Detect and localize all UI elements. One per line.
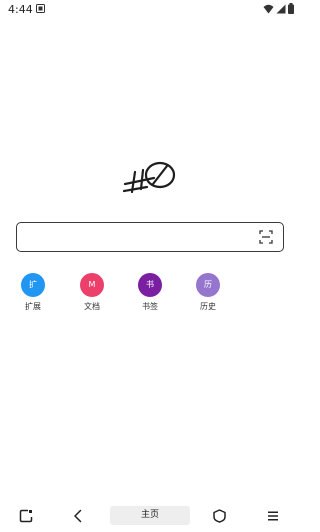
scan-icon[interactable] [259, 230, 273, 244]
quick-link-extensions[interactable]: 扩 扩展 [13, 273, 53, 317]
extensions-icon: 扩 [21, 273, 45, 297]
shield-icon [212, 509, 226, 523]
search-bar[interactable] [16, 222, 284, 252]
back-arrow-icon [74, 509, 82, 523]
menu-icon [268, 511, 278, 521]
shield-button[interactable] [208, 505, 230, 527]
bottom-nav: 主页 [0, 502, 300, 532]
quick-link-label: 历史 [200, 302, 216, 311]
tabs-icon [19, 509, 33, 523]
history-icon: 历 [196, 273, 220, 297]
status-time: 4:44 [8, 3, 33, 16]
quick-link-label: 书签 [142, 302, 158, 311]
quick-link-history[interactable]: 历 历史 [188, 273, 228, 317]
browser-logo [122, 161, 176, 194]
battery-icon [288, 3, 294, 14]
home-button[interactable]: 主页 [110, 506, 190, 525]
quick-link-documents[interactable]: M 文档 [72, 273, 112, 317]
quick-link-bookmarks[interactable]: 书 书签 [130, 273, 170, 317]
status-bar: 4:44 [0, 0, 300, 18]
signal-icon [276, 4, 286, 13]
documents-icon: M [80, 273, 104, 297]
menu-button[interactable] [262, 505, 284, 527]
quick-link-label: 扩展 [25, 302, 41, 311]
bookmarks-icon: 书 [138, 273, 162, 297]
quick-link-label: 文档 [84, 302, 100, 311]
tabs-button[interactable] [15, 505, 37, 527]
search-input[interactable] [25, 227, 245, 247]
wifi-icon [263, 4, 274, 13]
back-button[interactable] [67, 505, 89, 527]
status-icons [263, 3, 294, 14]
notification-icon [36, 4, 45, 13]
